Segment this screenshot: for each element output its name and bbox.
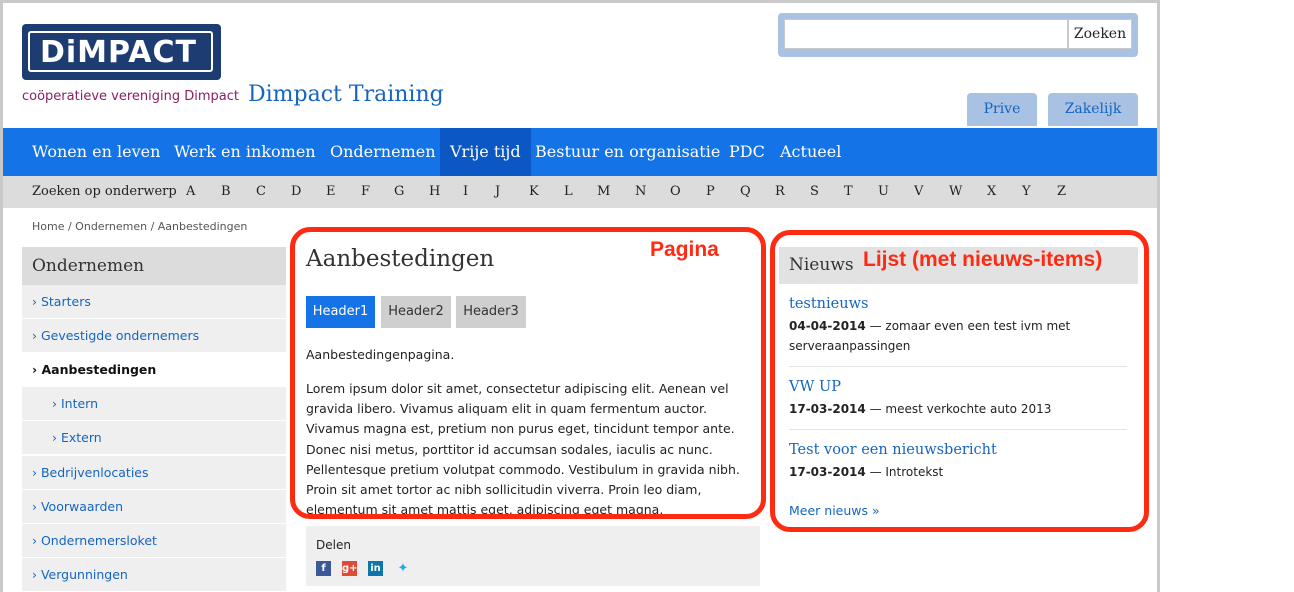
google-plus-icon[interactable]: g+ (342, 561, 358, 576)
dimpact-logo[interactable]: DiMPACT (22, 24, 221, 80)
annotation-lijst-outline (770, 230, 1149, 532)
letter-link[interactable]: L (564, 176, 573, 208)
letter-link[interactable]: M (597, 176, 610, 208)
letter-link[interactable]: B (221, 176, 231, 208)
facebook-icon[interactable]: f (316, 561, 331, 576)
search-box: Zoeken (778, 13, 1138, 57)
logo-subtitle: coöperatieve vereniging Dimpact (22, 89, 239, 104)
tab-prive[interactable]: Prive (967, 93, 1037, 126)
twitter-icon[interactable]: ✦ (394, 561, 412, 576)
letter-link[interactable]: X (987, 176, 996, 208)
sidebar-item-bedrijvenlocaties[interactable]: › Bedrijvenlocaties (22, 456, 286, 490)
letter-link[interactable]: H (429, 176, 440, 208)
nav-item-pdc[interactable]: PDC (719, 128, 775, 176)
share-panel: Delen f g+ in ✦ (306, 526, 760, 586)
letter-link[interactable]: R (775, 176, 785, 208)
letter-link[interactable]: Y (1022, 176, 1031, 208)
linkedin-icon[interactable]: in (368, 561, 383, 576)
sidebar-item-aanbestedingen[interactable]: › Aanbestedingen (22, 353, 286, 387)
sidebar-item-vergunningen[interactable]: › Vergunningen (22, 558, 286, 592)
share-label: Delen (316, 538, 351, 552)
sidebar-heading: Ondernemen (22, 247, 286, 285)
letter-link[interactable]: I (463, 176, 468, 208)
nav-item-ondernemen[interactable]: Ondernemen (320, 128, 446, 176)
alphabet-bar: Zoeken op onderwerp A B C D E F G H I J … (3, 176, 1157, 208)
search-button[interactable]: Zoeken (1068, 19, 1132, 49)
letter-link[interactable]: E (326, 176, 336, 208)
letter-link[interactable]: V (914, 176, 923, 208)
alphabet-bar-label: Zoeken op onderwerp (32, 184, 177, 199)
nav-item-vrije-tijd[interactable]: Vrije tijd (440, 128, 531, 176)
sidebar-item-gevestigde-ondernemers[interactable]: › Gevestigde ondernemers (22, 319, 286, 353)
letter-link[interactable]: U (878, 176, 889, 208)
sidebar-item-intern[interactable]: › Intern (22, 387, 286, 421)
search-input[interactable] (784, 19, 1068, 49)
nav-item-actueel[interactable]: Actueel (770, 128, 851, 176)
letter-link[interactable]: T (844, 176, 853, 208)
logo-text: DiMPACT (40, 35, 197, 70)
letter-link[interactable]: A (186, 176, 195, 208)
letter-link[interactable]: G (394, 176, 404, 208)
nav-item-bestuur-en-organisatie[interactable]: Bestuur en organisatie (525, 128, 730, 176)
letter-link[interactable]: O (670, 176, 681, 208)
letter-link[interactable]: K (529, 176, 539, 208)
letter-link[interactable]: S (810, 176, 819, 208)
letter-link[interactable]: C (256, 176, 266, 208)
letter-link[interactable]: N (635, 176, 646, 208)
site-title[interactable]: Dimpact Training (248, 82, 444, 107)
letter-link[interactable]: J (495, 176, 500, 208)
letter-link[interactable]: F (361, 176, 370, 208)
nav-item-werk-en-inkomen[interactable]: Werk en inkomen (164, 128, 326, 176)
letter-link[interactable]: W (949, 176, 962, 208)
annotation-pagina-outline (290, 227, 766, 519)
breadcrumb[interactable]: Home / Ondernemen / Aanbestedingen (32, 220, 247, 233)
sidebar-item-extern[interactable]: › Extern (22, 421, 286, 455)
logo-frame: DiMPACT (28, 31, 213, 72)
sidebar-item-starters[interactable]: › Starters (22, 285, 286, 319)
annotation-lijst-label: Lijst (met nieuws-items) (859, 248, 1107, 272)
sidebar-item-ondernemersloket[interactable]: › Ondernemersloket (22, 524, 286, 558)
letter-link[interactable]: D (291, 176, 301, 208)
main-navigation: Wonen en leven Werk en inkomen Onderneme… (3, 128, 1157, 176)
letter-link[interactable]: P (706, 176, 715, 208)
tab-zakelijk[interactable]: Zakelijk (1048, 93, 1138, 126)
nav-item-wonen-en-leven[interactable]: Wonen en leven (22, 128, 170, 176)
sidebar-item-voorwaarden[interactable]: › Voorwaarden (22, 490, 286, 524)
letter-link[interactable]: Z (1057, 176, 1066, 208)
annotation-pagina-label: Pagina (650, 238, 719, 261)
letter-link[interactable]: Q (740, 176, 751, 208)
